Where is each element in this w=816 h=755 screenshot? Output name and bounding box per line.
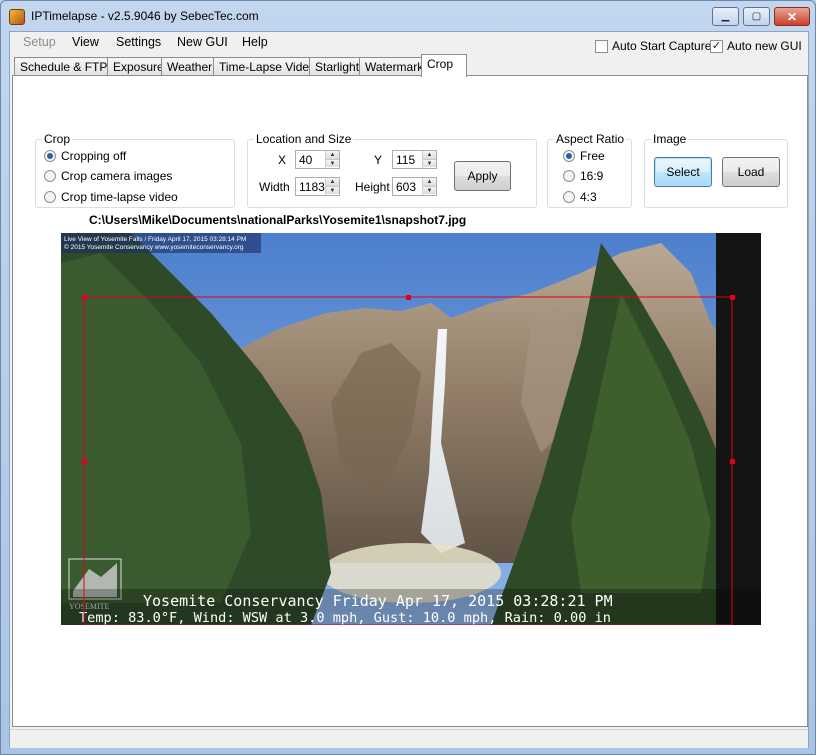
width-spinner[interactable]: ▲ ▼ xyxy=(325,178,339,195)
checkbox-box-checked[interactable]: ✓ xyxy=(710,39,723,53)
preview-caption-1: Live View of Yosemite Falls / Friday Apr… xyxy=(64,236,246,243)
radio-aspect-4-3[interactable]: 4:3 xyxy=(563,190,597,204)
tab-crop[interactable]: Crop xyxy=(421,54,467,77)
menu-help[interactable]: Help xyxy=(242,35,268,49)
y-label: Y xyxy=(374,153,383,167)
crop-handle-right[interactable] xyxy=(730,459,735,464)
select-image-button[interactable]: Select xyxy=(654,157,712,187)
height-value: 603 xyxy=(396,180,417,194)
width-value: 1183 xyxy=(299,180,325,194)
x-label: X xyxy=(278,153,287,167)
checkmark-icon: ✓ xyxy=(711,39,722,52)
radio-crop-time-lapse-video[interactable]: Crop time-lapse video xyxy=(44,190,178,204)
spin-down-icon[interactable]: ▼ xyxy=(326,186,339,194)
image-preview[interactable]: Live View of Yosemite Falls / Friday Apr… xyxy=(61,233,761,625)
radio-circle[interactable] xyxy=(44,191,56,203)
menu-bar: Setup View Settings New GUI Help Auto St… xyxy=(10,32,808,54)
auto-start-capture-checkbox[interactable]: Auto Start Capture xyxy=(595,39,711,53)
radio-cropping-off[interactable]: Cropping off xyxy=(44,149,126,163)
tab-weather[interactable]: Weather xyxy=(161,57,214,76)
location-size-group: Location and Size X 40 ▲ ▼ Y 115 ▲ ▼ Width… xyxy=(247,132,537,208)
height-spinner[interactable]: ▲ ▼ xyxy=(422,178,436,195)
height-input[interactable]: 603 ▲ ▼ xyxy=(392,177,437,196)
overlay-line-1: Yosemite Conservancy Friday Apr 17, 2015… xyxy=(143,592,613,610)
x-spinner[interactable]: ▲ ▼ xyxy=(325,151,339,168)
crop-handle-left[interactable] xyxy=(82,459,87,464)
tab-strip: Schedule & FTP Exposure Weather Time-Lap… xyxy=(14,54,804,77)
preview-scene: Live View of Yosemite Falls / Friday Apr… xyxy=(61,233,761,625)
menu-settings[interactable]: Settings xyxy=(116,35,161,49)
overlay-line-2: Temp: 83.0°F, Wind: WSW at 3.0 mph, Gust… xyxy=(79,610,611,625)
radio-aspect-16-9[interactable]: 16:9 xyxy=(563,169,603,183)
tab-exposure[interactable]: Exposure xyxy=(107,57,164,76)
title-bar[interactable]: IPTimelapse - v2.5.9046 by SebecTec.com … xyxy=(1,1,816,31)
apply-button[interactable]: Apply xyxy=(454,161,511,191)
radio-selected-dot xyxy=(566,153,572,159)
spin-up-icon[interactable]: ▲ xyxy=(326,178,339,186)
window-title: IPTimelapse - v2.5.9046 by SebecTec.com xyxy=(31,9,259,23)
y-value: 115 xyxy=(396,153,416,167)
client-area: Setup View Settings New GUI Help Auto St… xyxy=(9,31,809,748)
spin-down-icon[interactable]: ▼ xyxy=(326,159,339,167)
dark-edge xyxy=(716,233,761,625)
crop-group-label: Crop xyxy=(42,132,73,146)
close-button[interactable]: ✕ xyxy=(774,7,810,26)
height-label: Height xyxy=(355,180,390,194)
spin-down-icon[interactable]: ▼ xyxy=(423,186,436,194)
radio-label: Free xyxy=(580,149,605,163)
radio-selected-dot xyxy=(47,153,53,159)
y-spinner[interactable]: ▲ ▼ xyxy=(422,151,436,168)
y-input[interactable]: 115 ▲ ▼ xyxy=(392,150,437,169)
spin-up-icon[interactable]: ▲ xyxy=(423,178,436,186)
spin-down-icon[interactable]: ▼ xyxy=(423,159,436,167)
app-window: IPTimelapse - v2.5.9046 by SebecTec.com … xyxy=(0,0,816,755)
location-size-group-label: Location and Size xyxy=(254,132,354,146)
file-path-label: C:\Users\Mike\Documents\nationalParks\Yo… xyxy=(89,213,467,227)
crop-handle-top-left[interactable] xyxy=(82,295,87,300)
preview-caption-2: © 2015 Yosemite Conservancy www.yosemite… xyxy=(64,243,244,251)
tab-starlight[interactable]: Starlight xyxy=(309,57,360,76)
status-bar xyxy=(10,729,808,748)
crop-group: Crop Cropping off Crop camera images Cro… xyxy=(35,132,235,208)
crop-handle-top[interactable] xyxy=(406,295,411,300)
radio-aspect-free[interactable]: Free xyxy=(563,149,605,163)
image-group: Image Select Load xyxy=(644,132,788,208)
app-icon xyxy=(9,9,25,25)
aspect-ratio-group: Aspect Ratio Free 16:9 4:3 xyxy=(547,132,632,208)
menu-new-gui[interactable]: New GUI xyxy=(177,35,228,49)
crop-handle-top-right[interactable] xyxy=(730,295,735,300)
radio-circle[interactable] xyxy=(44,170,56,182)
radio-label: Cropping off xyxy=(61,149,127,163)
menu-setup[interactable]: Setup xyxy=(23,35,56,49)
auto-new-gui-checkbox[interactable]: ✓ Auto new GUI xyxy=(710,39,802,53)
checkbox-box[interactable] xyxy=(595,39,608,53)
menu-view[interactable]: View xyxy=(72,35,99,49)
tab-time-lapse-video[interactable]: Time-Lapse Video xyxy=(213,57,316,76)
radio-circle[interactable] xyxy=(563,170,575,182)
x-value: 40 xyxy=(299,153,313,167)
load-image-button[interactable]: Load xyxy=(722,157,780,187)
spin-up-icon[interactable]: ▲ xyxy=(326,151,339,159)
radio-label: Crop time-lapse video xyxy=(61,190,178,204)
auto-start-capture-label: Auto Start Capture xyxy=(612,39,712,53)
maximize-button[interactable]: ▢ xyxy=(743,7,770,26)
auto-new-gui-label: Auto new GUI xyxy=(727,39,802,53)
radio-label: 16:9 xyxy=(580,169,604,183)
x-input[interactable]: 40 ▲ ▼ xyxy=(295,150,340,169)
radio-crop-camera-images[interactable]: Crop camera images xyxy=(44,169,172,183)
spin-up-icon[interactable]: ▲ xyxy=(423,151,436,159)
width-label: Width xyxy=(259,180,290,194)
radio-circle[interactable] xyxy=(44,150,56,162)
image-group-label: Image xyxy=(651,132,689,146)
minimize-button[interactable]: ▁ xyxy=(712,7,739,26)
tab-schedule-ftp[interactable]: Schedule & FTP xyxy=(14,57,108,76)
radio-circle[interactable] xyxy=(563,150,575,162)
radio-circle[interactable] xyxy=(563,191,575,203)
radio-label: 4:3 xyxy=(580,190,597,204)
width-input[interactable]: 1183 ▲ ▼ xyxy=(295,177,340,196)
aspect-ratio-group-label: Aspect Ratio xyxy=(554,132,627,146)
radio-label: Crop camera images xyxy=(61,169,173,183)
tab-watermark[interactable]: Watermark xyxy=(359,57,423,76)
crop-tab-panel: Crop Cropping off Crop camera images Cro… xyxy=(12,75,808,727)
